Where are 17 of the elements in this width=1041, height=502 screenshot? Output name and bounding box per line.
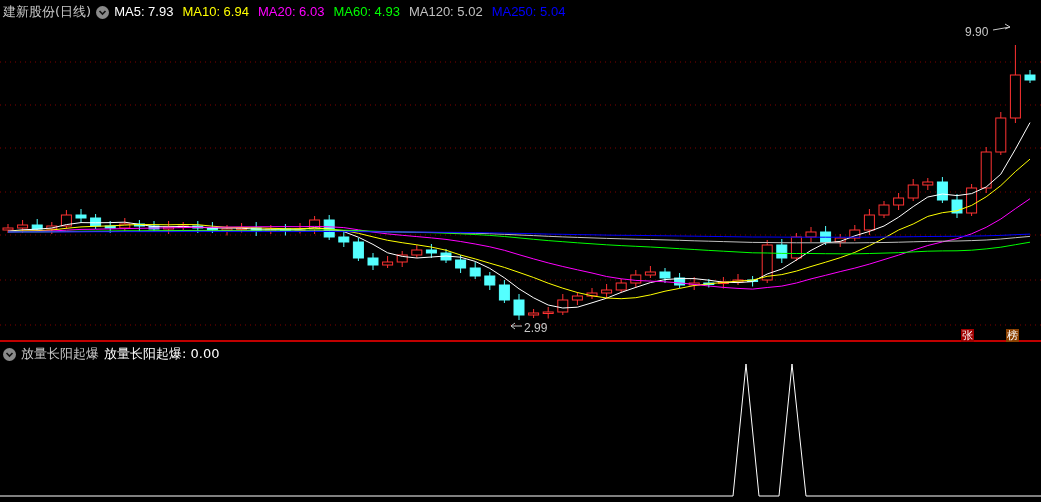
indicator-label: MA120: 5.02 [408, 3, 483, 22]
high-price-arrow [992, 23, 1011, 31]
indicator-label: MA60: 4.93 [333, 3, 400, 22]
badge: 榜 [1006, 329, 1019, 342]
low-price-arrow [510, 322, 523, 330]
indicator-label: MA20: 6.03 [257, 3, 325, 22]
chart-title: 建新股份(日线) [3, 3, 92, 22]
indicator-label: MA5: 7.93 [114, 3, 174, 22]
indicator-label: MA250: 5.04 [491, 3, 566, 22]
high-price-label: 9.90 [965, 24, 989, 41]
indicator-title: 放量长阳起爆 [21, 345, 99, 364]
indicator-reading: 放量长阳起爆: 0.00 [104, 345, 220, 364]
badge: 张 [961, 329, 974, 342]
indicator-label: MA10: 6.94 [182, 3, 249, 22]
chevron-down-icon[interactable] [3, 347, 16, 361]
chevron-down-icon[interactable] [96, 5, 110, 19]
low-price-label: 2.99 [524, 320, 548, 337]
